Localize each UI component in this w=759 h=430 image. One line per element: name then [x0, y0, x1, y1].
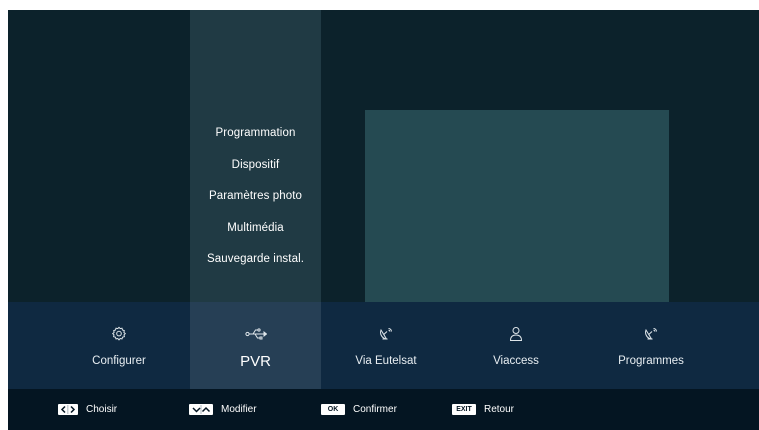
pvr-submenu: Programmation Dispositif Paramètres phot… [190, 10, 321, 302]
submenu-item-sauvegarde-instal[interactable]: Sauvegarde instal. [190, 244, 321, 276]
menu-item-programmes[interactable]: Programmes [581, 302, 721, 389]
submenu-item-programmation[interactable]: Programmation [190, 118, 321, 150]
down-up-arrows-icon [189, 404, 213, 415]
menu-item-configurer[interactable]: Configurer [48, 302, 190, 389]
menu-item-via-eutelsat[interactable]: Via Eutelsat [321, 302, 451, 389]
usb-icon [190, 324, 321, 344]
help-label-back: Retour [484, 404, 515, 415]
satellite-dish-icon [321, 324, 451, 344]
gear-icon [48, 324, 190, 344]
menu-label-programmes: Programmes [618, 355, 684, 367]
submenu-item-multimedia[interactable]: Multimédia [190, 213, 321, 245]
tv-screen: Programmation Dispositif Paramètres phot… [8, 10, 759, 430]
help-back: EXIT Retour [452, 389, 514, 430]
user-icon [451, 324, 581, 344]
menu-label-viaccess: Viaccess [493, 355, 539, 367]
submenu-list: Programmation Dispositif Paramètres phot… [190, 118, 321, 276]
left-right-arrows-icon [58, 404, 78, 415]
satellite-dish-icon [581, 324, 721, 344]
help-bar: Choisir Modifier OK Confirmer EXIT Retou… [8, 389, 759, 430]
help-confirm: OK Confirmer [321, 389, 397, 430]
ok-key: OK [321, 404, 345, 415]
submenu-item-dispositif[interactable]: Dispositif [190, 150, 321, 182]
menu-item-pvr[interactable]: PVR [190, 302, 321, 389]
preview-panel [365, 110, 669, 302]
menu-item-viaccess[interactable]: Viaccess [451, 302, 581, 389]
menu-label-via-eutelsat: Via Eutelsat [355, 355, 417, 367]
help-label-confirm: Confirmer [353, 404, 397, 415]
help-label-choose: Choisir [86, 404, 118, 415]
help-modify: Modifier [189, 389, 257, 430]
menu-label-pvr: PVR [240, 353, 271, 370]
exit-key: EXIT [452, 404, 476, 415]
help-choose: Choisir [58, 389, 117, 430]
menu-label-configurer: Configurer [92, 355, 146, 367]
main-menu-bar: Configurer PVR Via Eutelsat Viaccess Pro… [8, 302, 759, 389]
submenu-item-parametres-photo[interactable]: Paramètres photo [190, 181, 321, 213]
help-label-modify: Modifier [221, 404, 257, 415]
